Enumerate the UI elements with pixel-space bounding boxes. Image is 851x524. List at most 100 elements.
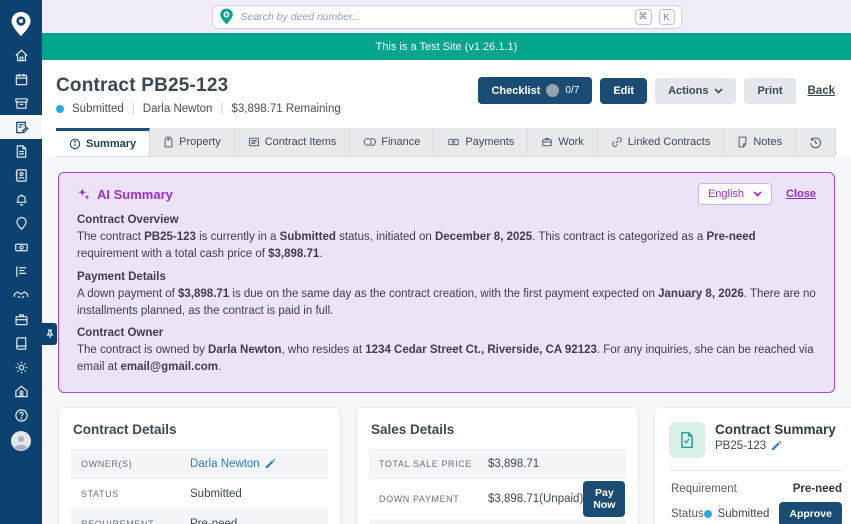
search-logo-icon [219, 8, 233, 25]
table-row: ADDITIONAL CHARGES $0.00 [369, 518, 626, 524]
app-logo[interactable] [0, 7, 42, 41]
tab-label: Payments [465, 136, 515, 148]
tab-label: Work [558, 136, 584, 148]
search-input[interactable] [240, 10, 628, 23]
sidebar-item-notifications[interactable] [0, 187, 42, 211]
checklist-count: 0/7 [565, 85, 580, 96]
contract-summary-card: Contract Summary PB25-123 Requirement Pr… [654, 406, 851, 524]
avatar [11, 431, 31, 451]
sidebar-item-ledger[interactable] [0, 331, 42, 355]
actions-button[interactable]: Actions [655, 77, 737, 104]
sales-details-rows: TOTAL SALE PRICE $3,898.71 DOWN PAYMENT … [369, 448, 626, 524]
table-row: TOTAL SALE PRICE $3,898.71 [369, 448, 626, 479]
tab-summary[interactable]: Summary [56, 128, 151, 156]
tab-history[interactable] [796, 128, 837, 156]
banner-text: This is a Test Site (v1.26.1.1) [375, 40, 518, 53]
owner-link[interactable]: Darla Newton [190, 458, 276, 470]
sidebar-item-settings[interactable] [0, 355, 42, 379]
sales-details-card: Sales Details TOTAL SALE PRICE $3,898.71… [356, 406, 639, 524]
owner-name: Darla Newton [142, 103, 213, 115]
sidebar-item-help[interactable] [0, 403, 42, 427]
contacts-icon [15, 168, 27, 182]
tab-finance[interactable]: Finance [350, 128, 435, 156]
k-keycap: K [658, 8, 675, 25]
map-pin-icon [15, 216, 27, 230]
sidebar-item-maps[interactable] [0, 211, 42, 235]
cmd-keycap: ⌘ [634, 8, 652, 25]
separator: | [220, 103, 224, 115]
sidebar-item-calendar[interactable] [0, 67, 42, 91]
tab-notes[interactable]: Notes [724, 128, 797, 156]
note-icon [738, 136, 747, 148]
checklist-button[interactable]: Checklist 0/7 [478, 77, 593, 104]
pencil-icon [265, 458, 275, 469]
bell-icon [16, 193, 26, 206]
top-search-bar: ⌘ K [42, 0, 851, 33]
cash-icon [14, 243, 28, 251]
status-row: Submitted | Darla Newton | $3,898.71 Rem… [56, 103, 835, 115]
ai-summary-title: AI Summary [97, 186, 173, 202]
contract-details-rows: OWNER(S) Darla Newton STATUS Submitted R… [71, 448, 328, 524]
row-label: TOTAL SALE PRICE [379, 458, 472, 469]
sidebar-pin-toggle[interactable] [42, 323, 57, 345]
banknote-icon [448, 138, 460, 146]
info-icon [69, 138, 81, 149]
briefcase-icon [542, 138, 553, 147]
status-value: Submitted [717, 507, 770, 520]
tab-contract-items[interactable]: Contract Items [234, 128, 351, 156]
tab-payments[interactable]: Payments [434, 128, 529, 156]
tab-label: Summary [86, 137, 137, 150]
house-user-icon [14, 385, 28, 397]
logo-pin-icon [11, 12, 31, 36]
status-badge: Submitted [703, 507, 770, 520]
tab-label: Notes [753, 136, 783, 148]
row-value: $3,898.71(Unpaid) [488, 492, 584, 505]
table-row: DOWN PAYMENT $3,898.71(Unpaid) Pay Now [369, 479, 626, 519]
table-row: OWNER(S) Darla Newton [71, 448, 328, 479]
sidebar-item-documents[interactable] [0, 139, 42, 163]
pencil-icon[interactable] [771, 440, 782, 451]
sidebar-item-partners[interactable] [0, 283, 42, 307]
status-text: Submitted [72, 103, 124, 115]
home-icon [14, 48, 28, 61]
sidebar-item-archive[interactable] [0, 91, 42, 115]
page-header: Contract PB25-123 Submitted | Darla Newt… [42, 60, 851, 157]
ai-summary-close-link[interactable]: Close [786, 188, 816, 200]
ai-section-heading: Contract Overview [77, 214, 179, 226]
document-icon [16, 144, 26, 158]
tab-label: Contract Items [264, 136, 337, 148]
tab-property[interactable]: Property [150, 128, 235, 156]
sidebar-item-reports[interactable] [0, 259, 42, 283]
sidebar-item-contracts[interactable] [0, 115, 42, 139]
edit-button[interactable]: Edit [600, 77, 648, 104]
list-icon [15, 265, 26, 277]
language-select[interactable]: English [697, 183, 773, 205]
remaining-amount: $3,898.71 Remaining [231, 103, 341, 115]
ai-section-heading: Payment Details [77, 270, 166, 283]
global-search[interactable]: ⌘ K [211, 4, 682, 29]
row-label: DOWN PAYMENT [379, 493, 460, 504]
sidebar-item-work[interactable] [0, 307, 42, 331]
tag-icon [164, 136, 173, 148]
header-actions: Checklist 0/7 Edit Actions Print Back [478, 77, 835, 104]
print-button[interactable]: Print [744, 77, 796, 104]
status-dot [56, 105, 64, 113]
sidebar-item-contacts[interactable] [0, 163, 42, 187]
sidebar-item-facility[interactable] [0, 379, 42, 403]
contract-code-row: PB25-123 [715, 440, 836, 452]
gear-icon [15, 361, 27, 373]
sparkle-icon [78, 188, 90, 200]
status-label: Status [671, 507, 704, 520]
back-link[interactable]: Back [808, 85, 836, 97]
pay-now-button[interactable]: Pay Now [583, 480, 626, 517]
tab-linked-contracts[interactable]: Linked Contracts [597, 128, 725, 156]
ai-section-heading: Contract Owner [77, 327, 164, 339]
tab-work[interactable]: Work [528, 128, 598, 156]
row-label: REQUIREMENT [81, 518, 155, 524]
approve-button[interactable]: Approve [779, 501, 842, 524]
row-label: STATUS [81, 488, 119, 499]
user-avatar[interactable] [0, 429, 42, 453]
contract-doc-icon [669, 421, 705, 458]
sidebar-item-finance[interactable] [0, 235, 42, 259]
sidebar-item-home[interactable] [0, 43, 42, 67]
